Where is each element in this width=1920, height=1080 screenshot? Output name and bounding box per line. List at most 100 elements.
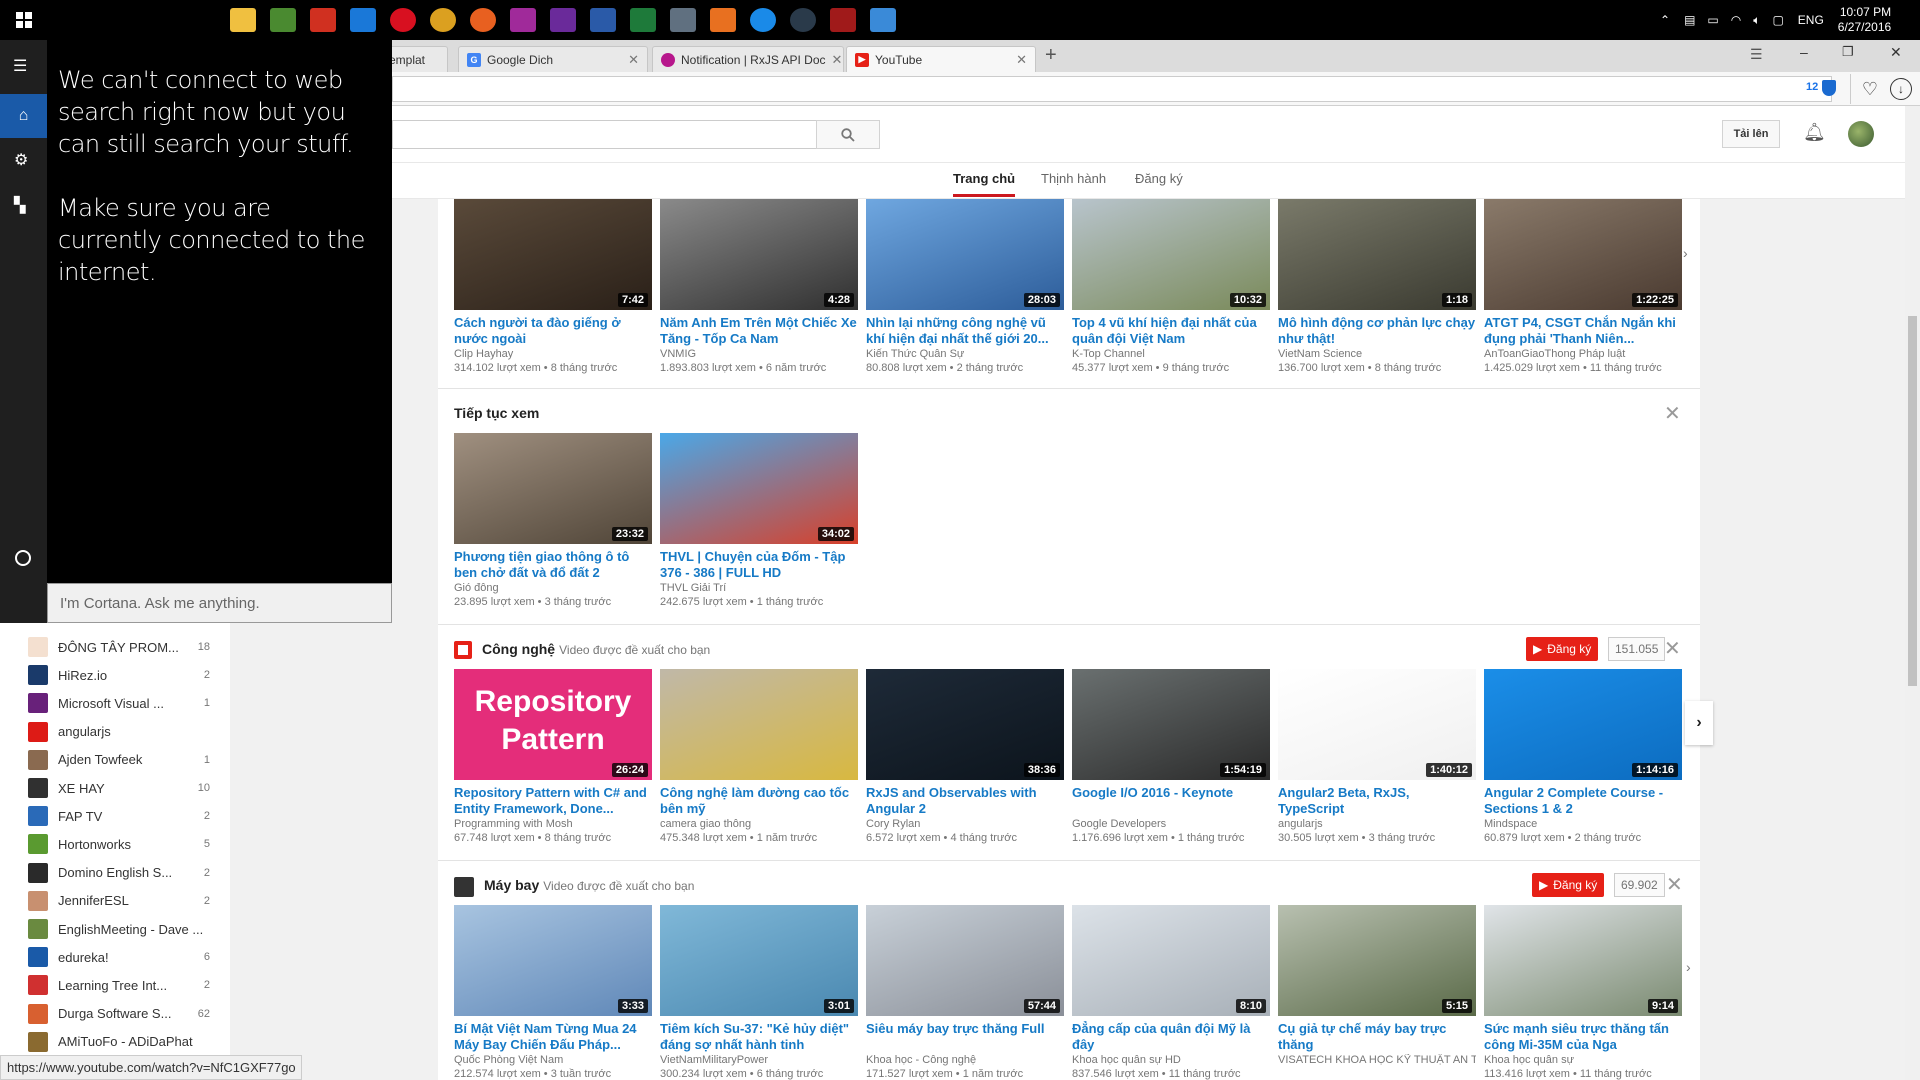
video-card[interactable]: 8:10 Đẳng cấp của quân đội Mỹ là đây Khoa …: [1072, 905, 1270, 1080]
scrollbar[interactable]: [1905, 106, 1920, 1080]
video-card[interactable]: 1:22:25 ATGT P4, CSGT Chắn Ngắn khi đụng …: [1484, 199, 1682, 374]
shelf-title-text[interactable]: Công nghệ: [482, 641, 555, 657]
video-card[interactable]: 1:54:19 Google I/O 2016 - Keynote Google D…: [1072, 669, 1270, 844]
video-title[interactable]: Cụ giả tự chế máy bay trực thăng: [1278, 1021, 1476, 1053]
video-channel[interactable]: Quốc Phòng Việt Nam: [454, 1054, 652, 1066]
close-icon[interactable]: ✕: [1666, 872, 1683, 897]
search-input[interactable]: [392, 120, 816, 149]
video-thumbnail[interactable]: 4:28: [660, 199, 858, 310]
excel-icon[interactable]: [630, 8, 656, 32]
video-title[interactable]: Angular2 Beta, RxJS, TypeScript: [1278, 785, 1476, 817]
video-channel[interactable]: VISATECH KHOA HỌC KỸ THUẬT AN TOÀN VIỆT …: [1278, 1054, 1476, 1066]
video-thumbnail[interactable]: 28:03: [866, 199, 1064, 310]
shelf-title-text[interactable]: Máy bay: [484, 877, 539, 893]
tab-youtube[interactable]: ▶ YouTube ✕: [846, 46, 1036, 72]
video-card[interactable]: 57:44 Siêu máy bay trực thăng Full Khoa họ…: [866, 905, 1064, 1080]
video-thumbnail[interactable]: 1:22:25: [1484, 199, 1682, 310]
clock[interactable]: 10:07 PM 6/27/2016: [1838, 5, 1891, 35]
subscribe-button[interactable]: ▶ Đăng ký: [1526, 637, 1599, 661]
notepad-icon[interactable]: [270, 8, 296, 32]
tab-list-icon[interactable]: ☰: [1750, 46, 1763, 63]
network-icon[interactable]: ▤: [1684, 13, 1695, 27]
video-card[interactable]: 34:02 THVL | Chuyện của Đốm - Tập 376 - 3…: [660, 433, 858, 608]
video-card[interactable]: Repository Pattern 26:24 Repository Patter…: [454, 669, 652, 844]
video-thumbnail[interactable]: 23:32: [454, 433, 652, 544]
guide-item[interactable]: FAP TV 2: [28, 803, 228, 829]
video-card[interactable]: 9:14 Sức mạnh siêu trực thăng tấn công Mi…: [1484, 905, 1682, 1080]
guide-item[interactable]: HiRez.io 2: [28, 662, 228, 688]
tab-home[interactable]: Trang chủ: [953, 171, 1016, 197]
chrome-icon[interactable]: [430, 8, 456, 32]
video-thumbnail[interactable]: 34:02: [660, 433, 858, 544]
video-thumbnail[interactable]: 10:32: [1072, 199, 1270, 310]
video-channel[interactable]: Khoa học quân sự HD: [1072, 1054, 1270, 1066]
tab-rxjs[interactable]: Notification | RxJS API Doc ✕: [652, 46, 844, 72]
video-title[interactable]: Angular 2 Complete Course - Sections 1 &…: [1484, 785, 1682, 817]
video-title[interactable]: Google I/O 2016 - Keynote: [1072, 785, 1270, 817]
notification-icon[interactable]: ▢: [1772, 13, 1783, 27]
remote-desktop-icon[interactable]: [870, 8, 896, 32]
guide-item[interactable]: Hortonworks 5: [28, 831, 228, 857]
guide-item[interactable]: Durga Software S... 62: [28, 1001, 228, 1027]
video-thumbnail[interactable]: Repository Pattern 26:24: [454, 669, 652, 780]
tools-icon[interactable]: [670, 8, 696, 32]
video-card[interactable]: 10:32 Top 4 vũ khí hiện đại nhất của quân…: [1072, 199, 1270, 374]
wifi-icon[interactable]: ◠: [1731, 13, 1741, 27]
close-icon[interactable]: ✕: [1664, 636, 1681, 661]
video-thumbnail[interactable]: 57:44: [866, 905, 1064, 1016]
volume-icon[interactable]: 🔈︎: [1753, 13, 1760, 28]
word-icon[interactable]: [590, 8, 616, 32]
tab-trending[interactable]: Thịnh hành: [1041, 171, 1106, 186]
video-card[interactable]: 23:32 Phương tiện giao thông ô tô ben chở…: [454, 433, 652, 608]
video-card[interactable]: 1:40:12 Angular2 Beta, RxJS, TypeScript an…: [1278, 669, 1476, 844]
video-channel[interactable]: Clip Hayhay: [454, 348, 652, 360]
video-title[interactable]: Siêu máy bay trực thăng Full: [866, 1021, 1064, 1053]
close-icon[interactable]: ✕: [628, 52, 639, 68]
minimize-button[interactable]: –: [1800, 44, 1808, 60]
video-channel[interactable]: VietNam Science: [1278, 348, 1476, 360]
guide-item[interactable]: edureka! 6: [28, 944, 228, 970]
video-title[interactable]: Tiêm kích Su-37: "Kẻ hủy diệt" đáng sợ n…: [660, 1021, 858, 1053]
video-title[interactable]: Repository Pattern with C# and Entity Fr…: [454, 785, 652, 817]
guide-item[interactable]: ĐÔNG TÂY PROM... 18: [28, 634, 228, 660]
video-channel[interactable]: Programming with Mosh: [454, 818, 652, 830]
video-card[interactable]: 1:14:16 Angular 2 Complete Course - Secti…: [1484, 669, 1682, 844]
battery-icon[interactable]: ▭: [1707, 13, 1718, 27]
video-channel[interactable]: Mindspace: [1484, 818, 1682, 830]
video-title[interactable]: Mô hình động cơ phản lực chạy như thật!: [1278, 315, 1476, 347]
tab-subscriptions[interactable]: Đăng ký: [1135, 171, 1183, 186]
home-icon[interactable]: ⌂: [0, 94, 47, 138]
guide-item[interactable]: Microsoft Visual ... 1: [28, 690, 228, 716]
video-title[interactable]: Nhìn lại những công nghệ vũ khí hiện đại…: [866, 315, 1064, 347]
edge-icon[interactable]: [350, 8, 376, 32]
dota-icon[interactable]: [830, 8, 856, 32]
firefox-icon[interactable]: [470, 8, 496, 32]
extension-badge[interactable]: 12: [1806, 81, 1818, 93]
video-channel[interactable]: Kiến Thức Quân Sự: [866, 348, 1064, 360]
video-channel[interactable]: AnToanGiaoThong Pháp luật: [1484, 348, 1682, 360]
cortana-circle-icon[interactable]: [15, 550, 31, 566]
video-thumbnail[interactable]: [660, 669, 858, 780]
onenote-icon[interactable]: [510, 8, 536, 32]
skype-icon[interactable]: [750, 8, 776, 32]
video-thumbnail[interactable]: 1:18: [1278, 199, 1476, 310]
adobe-acrobat-icon[interactable]: [310, 8, 336, 32]
video-thumbnail[interactable]: 38:36: [866, 669, 1064, 780]
video-channel[interactable]: THVL Giải Trí: [660, 582, 858, 594]
upload-button[interactable]: Tải lên: [1722, 120, 1780, 148]
video-card[interactable]: 1:18 Mô hình động cơ phản lực chạy như th…: [1278, 199, 1476, 374]
chevron-right-icon[interactable]: ›: [1686, 959, 1691, 975]
video-title[interactable]: ATGT P4, CSGT Chắn Ngắn khi đụng phải 'T…: [1484, 315, 1682, 347]
url-input[interactable]: [392, 76, 1832, 102]
avatar[interactable]: [1848, 121, 1874, 147]
guide-item[interactable]: angularjs: [28, 719, 228, 745]
video-title[interactable]: Đẳng cấp của quân đội Mỹ là đây: [1072, 1021, 1270, 1053]
scrollbar-thumb[interactable]: [1908, 316, 1917, 686]
video-channel[interactable]: angularjs: [1278, 818, 1476, 830]
guide-item[interactable]: AMiTuoFo - ADiDaPhat: [28, 1029, 228, 1055]
guide-item[interactable]: XE HAY 10: [28, 775, 228, 801]
video-card[interactable]: 3:33 Bí Mật Việt Nam Từng Mua 24 Máy Bay …: [454, 905, 652, 1080]
video-card[interactable]: 28:03 Nhìn lại những công nghệ vũ khí hiệ…: [866, 199, 1064, 374]
video-channel[interactable]: VietNamMilitaryPower: [660, 1054, 858, 1066]
guide-item[interactable]: EnglishMeeting - Dave ...: [28, 916, 228, 942]
